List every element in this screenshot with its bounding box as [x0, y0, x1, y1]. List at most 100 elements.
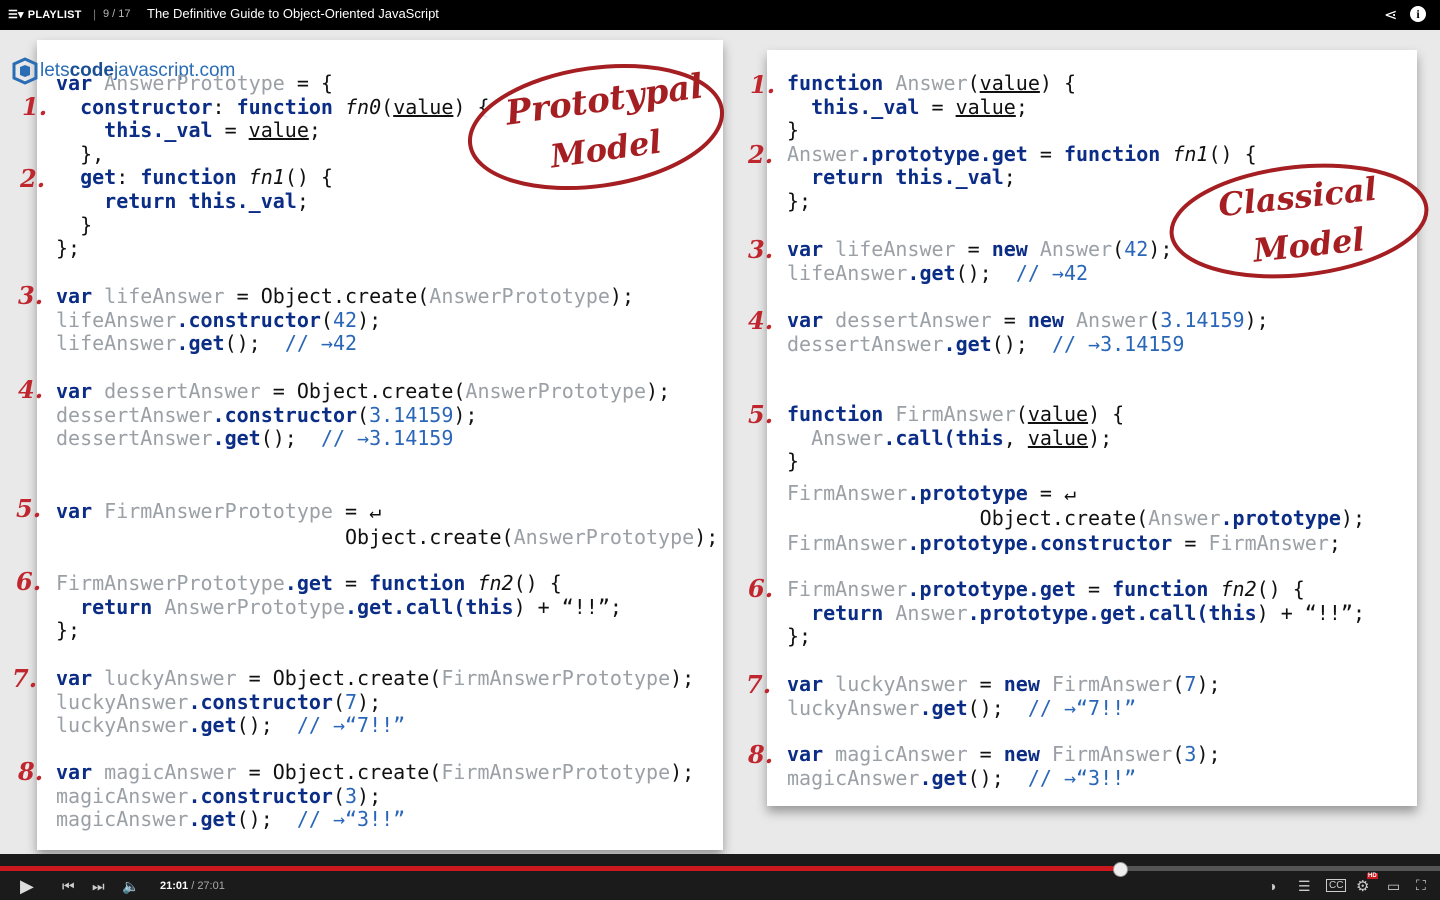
- code-token: =: [1076, 577, 1113, 601]
- volume-icon[interactable]: 🔈: [122, 878, 139, 895]
- code-token: this: [787, 94, 860, 119]
- divider: |: [93, 7, 97, 21]
- code-token: (: [381, 94, 394, 119]
- progress-scrubber[interactable]: [1113, 862, 1129, 877]
- code-token: var: [56, 499, 105, 523]
- code-token: Answer: [787, 425, 884, 450]
- code-token: = ↵: [332, 499, 382, 523]
- code-token: return: [787, 600, 896, 625]
- code-comment: // →“3!!”: [296, 807, 406, 832]
- code-block-8: var magicAnswer = Object.create(FirmAnsw…: [56, 760, 694, 832]
- code-token: function: [140, 165, 237, 190]
- code-token: =: [332, 571, 370, 595]
- code-token: );: [357, 689, 382, 714]
- code-block-4: var dessertAnswer = Object.create(Answer…: [56, 379, 671, 451]
- code-block-7-classical: var luckyAnswer = new FirmAnswer(7); luc…: [787, 672, 1221, 720]
- code-token: lifeAnswer: [56, 307, 177, 332]
- code-token: Answer: [895, 71, 968, 95]
- code-token: FirmAnswer: [1208, 531, 1329, 555]
- code-token: .get: [943, 331, 992, 356]
- settings-icon[interactable]: ⚙: [1356, 877, 1369, 895]
- step-number: 7.: [746, 670, 772, 699]
- code-token: this: [56, 118, 153, 143]
- playlist-queue-icon[interactable]: ☰: [1298, 878, 1311, 895]
- code-token: this: [1208, 600, 1257, 625]
- next-icon[interactable]: ⏭: [92, 878, 105, 895]
- play-icon[interactable]: ▶: [20, 876, 34, 897]
- code-token: this: [955, 425, 1004, 450]
- code-token: lifeAnswer: [56, 331, 177, 356]
- code-token: (: [1148, 308, 1161, 332]
- code-token: .constructor: [188, 689, 333, 714]
- code-token: );: [357, 307, 382, 332]
- code-token: new: [991, 237, 1040, 261]
- code-token: value: [1027, 425, 1089, 450]
- code-block-5-classical: function FirmAnswer(value) { Answer.call…: [787, 402, 1124, 474]
- code-token: ();: [260, 426, 321, 451]
- code-token: ();: [224, 331, 285, 356]
- code-token: value: [979, 71, 1040, 95]
- code-token: .get: [188, 807, 237, 832]
- theater-mode-icon[interactable]: ▭: [1387, 878, 1400, 895]
- captions-icon[interactable]: CC: [1326, 879, 1347, 892]
- fullscreen-icon[interactable]: ⛶: [1416, 877, 1426, 894]
- code-token: };: [787, 188, 812, 213]
- code-token: Answer: [787, 141, 860, 166]
- code-token: .prototype.get: [859, 141, 1028, 166]
- code-token: .get: [212, 426, 261, 451]
- previous-icon[interactable]: ⏮: [62, 878, 75, 895]
- code-token: FirmAnswerPrototype: [441, 760, 671, 784]
- code-token: .prototype: [1220, 506, 1341, 530]
- code-block-6: FirmAnswerPrototype.get = function fn2()…: [56, 571, 622, 643]
- code-token: magicAnswer: [787, 765, 920, 790]
- code-token: magicAnswer: [56, 807, 189, 832]
- code-token: = {: [284, 71, 333, 95]
- code-token: }: [787, 118, 800, 143]
- code-token: var: [787, 308, 836, 332]
- code-token: (: [967, 71, 980, 95]
- code-token: );: [670, 666, 695, 690]
- code-token: .get: [176, 331, 225, 356]
- code-block-7: var luckyAnswer = Object.create(FirmAnsw…: [56, 666, 695, 738]
- code-token: );: [646, 379, 671, 403]
- step-number: 7.: [12, 664, 38, 693]
- code-token: luckyAnswer: [835, 672, 968, 696]
- video-title[interactable]: The Definitive Guide to Object-Oriented …: [147, 6, 439, 21]
- code-token: (: [320, 307, 333, 332]
- code-token: (: [1015, 402, 1028, 426]
- code-token: ) + “!!”;: [1256, 600, 1365, 625]
- code-token: = Object.create(: [260, 379, 466, 403]
- playlist-button[interactable]: ☰▾ PLAYLIST: [8, 8, 82, 21]
- code-token: dessertAnswer: [835, 308, 992, 332]
- code-token: );: [1196, 672, 1221, 696]
- progress-bar[interactable]: [0, 862, 1440, 877]
- code-token: 3.14159: [1160, 308, 1245, 332]
- logo-icon: [12, 57, 38, 85]
- code-token: Object.create(: [56, 525, 514, 549]
- code-token: get: [56, 165, 117, 190]
- step-number: 3.: [748, 235, 774, 264]
- code-token: =: [955, 237, 992, 261]
- info-icon[interactable]: i: [1410, 6, 1426, 22]
- code-token: (: [1112, 237, 1125, 261]
- code-token: value: [248, 118, 309, 143]
- code-token: ._val: [859, 94, 920, 119]
- code-token: ();: [991, 331, 1052, 356]
- code-token: dessertAnswer: [787, 331, 944, 356]
- annotations-icon[interactable]: ◑: [1268, 878, 1276, 894]
- code-token: .constructor: [188, 783, 333, 808]
- code-token: .get: [188, 713, 237, 738]
- code-token: new: [1027, 308, 1077, 332]
- code-token: var: [787, 742, 836, 766]
- code-token: ();: [967, 765, 1028, 790]
- code-token: .get: [284, 571, 333, 595]
- video-frame[interactable]: letscodejavascript.com 1. 2. 3. 4. 5. 6.…: [0, 30, 1440, 854]
- share-icon[interactable]: ⋖: [1384, 5, 1397, 25]
- code-block-5b-classical: FirmAnswer.prototype = ↵ Object.create(A…: [787, 481, 1365, 556]
- code-token: (: [332, 783, 345, 808]
- playlist-icon: ☰▾: [8, 9, 24, 21]
- player-controls: ▶ ⏮ ⏭ 🔈 21:01 / 27:01 ◑ ☰ CC ⚙ HD ▭ ⛶: [0, 854, 1440, 900]
- code-token: ();: [955, 260, 1016, 285]
- code-token: AnswerPrototype: [513, 525, 695, 549]
- code-token: var: [56, 284, 105, 308]
